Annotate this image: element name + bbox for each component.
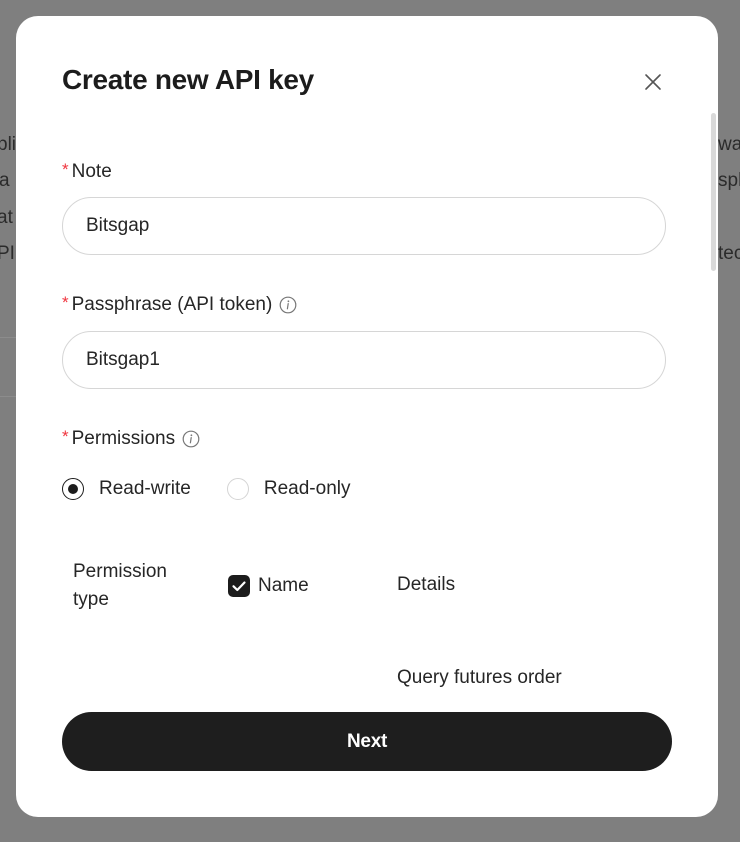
column-header-permission-type: Permission type: [73, 561, 167, 610]
note-label: * Note: [62, 160, 112, 183]
create-api-key-dialog: Create new API key * Note Bitsgap * Pass…: [16, 16, 718, 817]
passphrase-input[interactable]: Bitsgap1: [62, 331, 666, 389]
column-header-details: Details: [397, 574, 456, 595]
close-icon: [645, 74, 661, 90]
background-text: PI: [0, 243, 15, 264]
next-button[interactable]: Next: [62, 712, 672, 771]
background-text: tec: [718, 243, 740, 264]
checkmark-icon: [232, 581, 246, 592]
background-text: pli: [0, 134, 17, 155]
info-icon[interactable]: [279, 296, 297, 314]
note-label-text: Note: [71, 161, 112, 182]
passphrase-label: * Passphrase (API token): [62, 293, 297, 316]
permissions-label: * Permissions: [62, 427, 200, 450]
radio-read-only[interactable]: Read-only: [226, 478, 351, 500]
note-input-value: Bitsgap: [86, 215, 150, 236]
radio-read-write[interactable]: Read-write: [62, 478, 191, 500]
required-asterisk: *: [62, 427, 69, 446]
info-icon[interactable]: [182, 430, 200, 448]
note-input[interactable]: Bitsgap: [62, 197, 666, 255]
dialog-title: Create new API key: [62, 64, 314, 95]
background-text: at: [0, 207, 13, 228]
radio-read-write-label: Read-write: [99, 478, 191, 499]
background-text: sph: [718, 170, 740, 191]
required-asterisk: *: [62, 293, 69, 312]
radio-read-only-label: Read-only: [263, 478, 351, 499]
background-text: a: [0, 170, 10, 191]
permission-details-cell: Query futures order: [397, 667, 562, 688]
close-button[interactable]: [641, 70, 665, 94]
column-header-name: Name: [258, 575, 309, 596]
passphrase-label-text: Passphrase (API token): [71, 294, 273, 315]
radio-checked-icon: [62, 478, 84, 500]
dialog-scrollbar[interactable]: [711, 113, 716, 271]
passphrase-input-value: Bitsgap1: [86, 349, 160, 370]
permissions-label-text: Permissions: [71, 428, 176, 449]
required-asterisk: *: [62, 160, 69, 179]
background-text: wa: [718, 134, 740, 155]
select-all-checkbox[interactable]: [228, 575, 250, 597]
radio-unchecked-icon: [226, 478, 249, 500]
permissions-radio-group: Read-write Read-only: [62, 478, 386, 500]
